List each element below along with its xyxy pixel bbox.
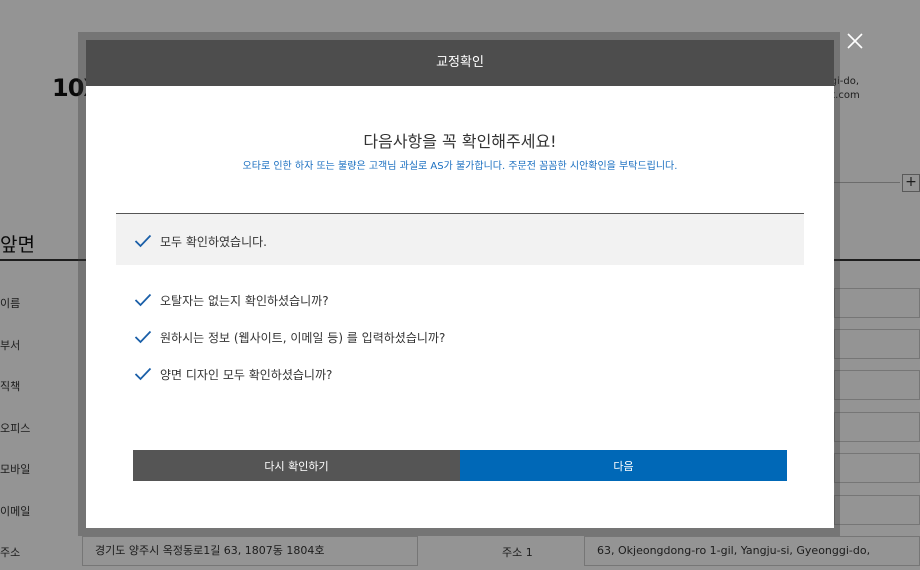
confirm-all-checkbox[interactable]: 모두 확인하였습니다. <box>134 231 267 251</box>
check-icon <box>134 293 152 307</box>
dialog-heading: 다음사항을 꼭 확인해주세요! <box>363 132 557 151</box>
proof-confirm-dialog: 교정확인 다음사항을 꼭 확인해주세요! 오타로 인한 하자 또는 불량은 고객… <box>86 40 834 528</box>
check-duplex-label: 양면 디자인 모두 확인하셨습니까? <box>160 367 333 382</box>
confirm-all-label: 모두 확인하였습니다. <box>160 234 267 249</box>
check-info-checkbox[interactable]: 원하시는 정보 (웹사이트, 이메일 등) 를 입력하셨습니까? <box>134 327 445 347</box>
check-typo-checkbox[interactable]: 오탈자는 없는지 확인하셨습니까? <box>134 290 329 310</box>
check-duplex-checkbox[interactable]: 양면 디자인 모두 확인하셨습니까? <box>134 364 332 384</box>
check-icon <box>134 234 152 248</box>
dialog-warning-text: 오타로 인한 하자 또는 불량은 고객님 과실로 AS가 불가합니다. 주문전 … <box>242 161 678 172</box>
dialog-title: 교정확인 <box>86 40 834 86</box>
close-button[interactable] <box>843 29 867 53</box>
check-icon <box>134 367 152 381</box>
next-button[interactable]: 다음 <box>460 450 787 481</box>
check-typo-label: 오탈자는 없는지 확인하셨습니까? <box>160 293 329 308</box>
close-icon <box>847 33 863 49</box>
recheck-button[interactable]: 다시 확인하기 <box>133 450 460 481</box>
check-icon <box>134 330 152 344</box>
check-info-label: 원하시는 정보 (웹사이트, 이메일 등) 를 입력하셨습니까? <box>160 330 446 345</box>
